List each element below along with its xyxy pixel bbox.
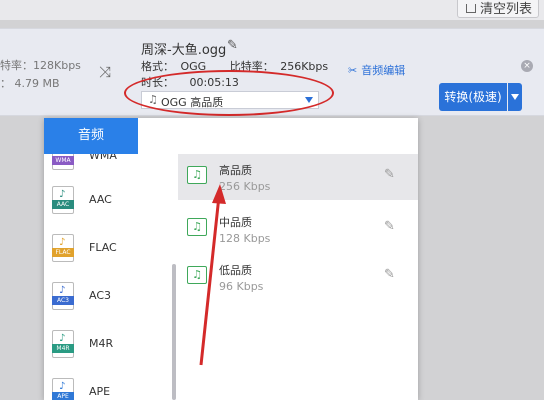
audio-glyph-icon: ♪ [59,237,66,248]
clear-list-button[interactable]: 清空列表 [457,0,539,18]
format-label: 格式： [141,60,174,73]
file-icon: ♪ APE [52,378,74,400]
music-note-icon: ♫ [148,93,158,106]
file-type-badge: AAC [52,200,74,209]
edit-icon[interactable]: ✎ [384,219,395,234]
bitrate-label: 比特率： [229,60,274,73]
music-note-icon: ♫ [187,218,207,236]
scissors-icon: ✂ [348,64,358,77]
source-info: 特率：128Kbps ： 4.79 MB [0,57,81,93]
source-bitrate: 特率：128Kbps [0,59,81,72]
quality-list: ♫ 高品质 256 Kbps ✎ ♫ 中品质 128 Kbps ✎ ♫ 低品质 96 Kbps ✎ [178,154,418,400]
file-icon: ♪ M4R [52,330,74,358]
audio-glyph-icon: ♪ [59,285,66,296]
format-item-label: AC3 [89,289,112,302]
quality-name: 低品质 [219,264,252,277]
convert-arrow-icon: ⤨ [99,63,112,81]
format-item-label: APE [89,385,111,398]
output-duration-row: 时长： 00:05:13 [141,74,239,90]
format-item-ape[interactable]: ♪ APE APE [44,376,177,400]
edit-icon[interactable]: ✎ [384,167,395,182]
clear-list-label: 清空列表 [480,2,533,17]
music-note-icon: ♫ [187,266,207,284]
file-type-badge: AC3 [52,296,74,305]
file-card: 特率：128Kbps ： 4.79 MB ⤨ 周深-大鱼.ogg ✎ 格式： O… [0,28,544,116]
quality-name: 中品质 [219,216,252,229]
format-item-label: WMA [89,154,117,162]
format-list: ♪WMAWMA♪AACAAC♪FLACFLAC♪AC3AC3♪M4RM4R♪AP… [44,154,177,400]
output-file-name: 周深-大鱼.ogg [141,43,227,58]
music-note-icon: ♫ [187,166,207,184]
edit-icon[interactable]: ✎ [384,267,395,282]
convert-dropdown-button[interactable] [508,83,522,111]
format-item-label: M4R [89,337,114,350]
format-item-ac3[interactable]: ♪ AC3 AC3 [44,280,177,320]
format-item-flac[interactable]: ♪ FLAC FLAC [44,232,177,272]
output-format-row: 格式： OGG 比特率： 256Kbps [141,58,328,74]
duration-value: 00:05:13 [189,76,239,89]
duration-label: 时长： [141,76,174,89]
trash-icon [466,4,476,13]
format-item-m4r[interactable]: ♪ M4R M4R [44,328,177,368]
bitrate-value: 256Kbps [280,60,329,73]
chevron-down-icon [305,97,313,103]
quality-bitrate: 256 Kbps [219,180,271,193]
format-item-label: FLAC [89,241,117,254]
file-type-badge: WMA [52,156,74,165]
audio-glyph-icon: ♪ [59,189,66,200]
format-item-aac[interactable]: ♪ AAC AAC [44,184,177,224]
format-quality-value: OGG 高品质 [161,96,224,109]
rename-pencil-icon[interactable]: ✎ [227,38,238,53]
quality-item[interactable]: ♫ 高品质 256 Kbps ✎ [178,154,418,200]
quality-bitrate: 128 Kbps [219,232,271,245]
audio-glyph-icon: ♪ [59,333,66,344]
audio-edit-link[interactable]: ✂ 音频编辑 [348,62,405,78]
audio-glyph-icon: ♪ [59,381,66,392]
audio-edit-label: 音频编辑 [361,64,406,77]
format-quality-select[interactable]: ♫ OGG 高品质 [141,91,319,109]
format-item-wma[interactable]: ♪WMAWMA [44,154,177,180]
format-list-scrollbar[interactable] [172,264,176,400]
file-icon: ♪WMA [52,154,74,170]
file-icon: ♪ AC3 [52,282,74,310]
file-type-badge: APE [52,392,74,400]
tab-audio[interactable]: 音频 [44,118,138,154]
source-size: ： 4.79 MB [0,77,60,90]
quality-name: 高品质 [219,164,252,177]
quality-bitrate: 96 Kbps [219,280,264,293]
format-value: OGG [180,60,207,73]
convert-button[interactable]: 转换(极速) [439,83,507,111]
quality-item[interactable]: ♫ 低品质 96 Kbps ✎ [178,254,418,300]
file-icon: ♪ FLAC [52,234,74,262]
quality-item[interactable]: ♫ 中品质 128 Kbps ✎ [178,206,418,252]
file-icon: ♪ AAC [52,186,74,214]
format-item-label: AAC [89,193,112,206]
file-type-badge: M4R [52,344,74,353]
close-icon[interactable]: × [521,60,533,72]
file-type-badge: FLAC [52,248,74,257]
